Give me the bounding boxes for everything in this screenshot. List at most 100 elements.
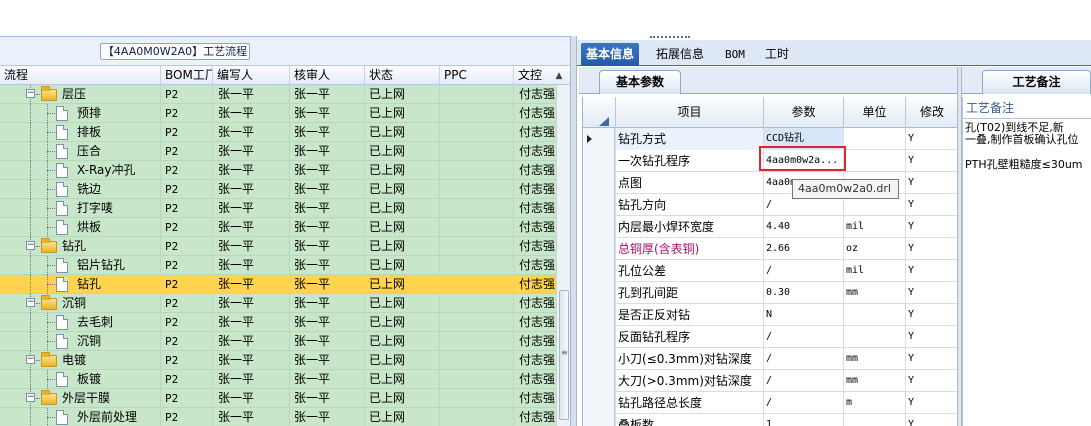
row-header[interactable] bbox=[583, 194, 615, 216]
tree-folder-row[interactable]: − 电镀 P2 张一平 张一平 已上网 付志强 bbox=[0, 351, 556, 370]
row-header[interactable] bbox=[583, 326, 615, 348]
tree-item-row[interactable]: 压合 P2 张一平 张一平 已上网 付志强 bbox=[0, 142, 556, 161]
param-modify-cell[interactable]: Y bbox=[905, 282, 957, 304]
col-header-writer[interactable]: 编写人 bbox=[212, 66, 289, 85]
param-value-cell[interactable]: 0.30 bbox=[763, 282, 843, 304]
param-row[interactable]: 孔到孔间距 0.30 mm Y bbox=[583, 282, 957, 304]
param-value-cell[interactable]: / bbox=[763, 326, 843, 348]
tree-folder-row[interactable]: − 外层干膜 P2 张一平 张一平 已上网 付志强 bbox=[0, 389, 556, 408]
param-modify-cell[interactable]: Y bbox=[905, 150, 957, 172]
param-unit-cell[interactable] bbox=[843, 414, 905, 426]
remark-box[interactable]: 工艺备注 孔(T02)到线不足,新 一叠,制作首板确认孔位 PTH孔壁粗糙度≤3… bbox=[962, 97, 1091, 426]
row-header[interactable] bbox=[583, 348, 615, 370]
collapse-toggle-icon[interactable]: − bbox=[26, 393, 35, 402]
grid-header-item[interactable]: 项目 bbox=[615, 97, 763, 128]
tree-item-row[interactable]: 打字唛 P2 张一平 张一平 已上网 付志强 bbox=[0, 199, 556, 218]
tab-basic-info[interactable]: 基本信息 bbox=[581, 43, 640, 66]
tree-item-row[interactable]: 外层前处理 P2 张一平 张一平 已上网 付志强 bbox=[0, 408, 556, 426]
col-header-control[interactable]: 文控 bbox=[513, 66, 553, 85]
col-header-bom-factory[interactable]: BOM工厂 bbox=[160, 66, 212, 85]
collapse-toggle-icon[interactable]: − bbox=[26, 298, 35, 307]
param-unit-cell[interactable]: m bbox=[843, 392, 905, 414]
param-unit-cell[interactable] bbox=[843, 128, 905, 150]
subtab-basic-params[interactable]: 基本参数 bbox=[599, 70, 681, 94]
param-modify-cell[interactable]: Y bbox=[905, 128, 957, 150]
tree-scrollbar-thumb[interactable]: ≡ bbox=[559, 290, 569, 420]
param-modify-cell[interactable]: Y bbox=[905, 326, 957, 348]
grid-header-param[interactable]: 参数 bbox=[763, 97, 843, 128]
param-row[interactable]: 内层最小焊环宽度 4.40 mil Y bbox=[583, 216, 957, 238]
param-unit-cell[interactable]: mil bbox=[843, 260, 905, 282]
tree-item-row[interactable]: 烘板 P2 张一平 张一平 已上网 付志强 bbox=[0, 218, 556, 237]
param-unit-cell[interactable] bbox=[843, 304, 905, 326]
tree-item-row[interactable]: 铝片钻孔 P2 张一平 张一平 已上网 付志强 bbox=[0, 256, 556, 275]
pane-splitter[interactable] bbox=[570, 36, 577, 426]
row-header[interactable] bbox=[583, 392, 615, 414]
param-value-cell[interactable]: 1 bbox=[763, 414, 843, 426]
param-modify-cell[interactable]: Y bbox=[905, 348, 957, 370]
tab-extended-info[interactable]: 拓展信息 bbox=[656, 43, 704, 66]
param-value-cell[interactable]: 4.40 bbox=[763, 216, 843, 238]
tree-item-row[interactable]: X-Ray冲孔 P2 张一平 张一平 已上网 付志强 bbox=[0, 161, 556, 180]
param-row[interactable]: 叠板数 1 Y bbox=[583, 414, 957, 426]
col-header-reviewer[interactable]: 核审人 bbox=[289, 66, 364, 85]
tree-item-row[interactable]: 板镀 P2 张一平 张一平 已上网 付志强 bbox=[0, 370, 556, 389]
tab-bom[interactable]: BOM bbox=[725, 43, 745, 66]
row-header[interactable] bbox=[583, 216, 615, 238]
scroll-up-arrow-icon[interactable]: ▲ bbox=[552, 69, 566, 83]
param-modify-cell[interactable]: Y bbox=[905, 304, 957, 326]
col-header-status[interactable]: 状态 bbox=[364, 66, 439, 85]
grid-header-unit[interactable]: 单位 bbox=[843, 97, 905, 128]
param-value-cell[interactable]: / bbox=[763, 260, 843, 282]
row-header[interactable] bbox=[583, 172, 615, 194]
param-modify-cell[interactable]: Y bbox=[905, 370, 957, 392]
tab-process-remark[interactable]: 工艺备注 bbox=[982, 70, 1091, 94]
tree-folder-row[interactable]: − 沉铜 P2 张一平 张一平 已上网 付志强 bbox=[0, 294, 556, 313]
param-row[interactable]: 大刀(>0.3mm)对钻深度 / mm Y bbox=[583, 370, 957, 392]
param-unit-cell[interactable]: oz bbox=[843, 238, 905, 260]
param-unit-cell[interactable] bbox=[843, 150, 905, 172]
row-header[interactable] bbox=[583, 128, 615, 150]
row-header[interactable] bbox=[583, 238, 615, 260]
param-row[interactable]: 钻孔方向 / Y bbox=[583, 194, 957, 216]
tree-scrollbar[interactable]: ≡ bbox=[556, 85, 570, 426]
tree-item-row[interactable]: 铣边 P2 张一平 张一平 已上网 付志强 bbox=[0, 180, 556, 199]
row-header[interactable] bbox=[583, 370, 615, 392]
row-header[interactable] bbox=[583, 414, 615, 426]
tree-item-row[interactable]: 去毛刺 P2 张一平 张一平 已上网 付志强 bbox=[0, 313, 556, 332]
col-header-flow[interactable]: 流程 bbox=[0, 66, 160, 85]
tree-item-row[interactable]: 排板 P2 张一平 张一平 已上网 付志强 bbox=[0, 123, 556, 142]
tree-folder-row[interactable]: − 层压 P2 张一平 张一平 已上网 付志强 bbox=[0, 85, 556, 104]
param-value-cell[interactable]: 2.66 bbox=[763, 238, 843, 260]
row-header[interactable] bbox=[583, 260, 615, 282]
tree-folder-row[interactable]: − 钻孔 P2 张一平 张一平 已上网 付志强 bbox=[0, 237, 556, 256]
tree-item-row[interactable]: 预排 P2 张一平 张一平 已上网 付志强 bbox=[0, 104, 556, 123]
param-unit-cell[interactable]: mm bbox=[843, 348, 905, 370]
param-unit-cell[interactable]: mil bbox=[843, 216, 905, 238]
param-row[interactable]: 是否正反对钻 N Y bbox=[583, 304, 957, 326]
param-value-cell[interactable]: / bbox=[763, 392, 843, 414]
param-unit-cell[interactable] bbox=[843, 326, 905, 348]
param-modify-cell[interactable]: Y bbox=[905, 216, 957, 238]
param-row[interactable]: 钻孔路径总长度 / m Y bbox=[583, 392, 957, 414]
tree-item-row[interactable]: 钻孔 P2 张一平 张一平 已上网 付志强 bbox=[0, 275, 556, 294]
param-value-cell[interactable]: / bbox=[763, 370, 843, 392]
grid-header-modify[interactable]: 修改 bbox=[905, 97, 957, 128]
param-value-cell[interactable]: N bbox=[763, 304, 843, 326]
param-row[interactable]: 点图 4aa0m Y bbox=[583, 172, 957, 194]
param-row[interactable]: 小刀(≤0.3mm)对钻深度 / mm Y bbox=[583, 348, 957, 370]
row-header[interactable] bbox=[583, 282, 615, 304]
col-header-ppc[interactable]: PPC bbox=[439, 66, 513, 85]
param-row[interactable]: 孔位公差 / mil Y bbox=[583, 260, 957, 282]
param-modify-cell[interactable]: Y bbox=[905, 414, 957, 426]
collapse-toggle-icon[interactable]: − bbox=[26, 241, 35, 250]
param-modify-cell[interactable]: Y bbox=[905, 260, 957, 282]
param-modify-cell[interactable]: Y bbox=[905, 238, 957, 260]
param-modify-cell[interactable]: Y bbox=[905, 172, 957, 194]
tree-item-row[interactable]: 沉铜 P2 张一平 张一平 已上网 付志强 bbox=[0, 332, 556, 351]
collapse-toggle-icon[interactable]: − bbox=[26, 89, 35, 98]
param-row[interactable]: 反面钻孔程序 / Y bbox=[583, 326, 957, 348]
param-unit-cell[interactable]: mm bbox=[843, 370, 905, 392]
row-header[interactable] bbox=[583, 150, 615, 172]
param-row[interactable]: 总铜厚(含表铜) 2.66 oz Y bbox=[583, 238, 957, 260]
